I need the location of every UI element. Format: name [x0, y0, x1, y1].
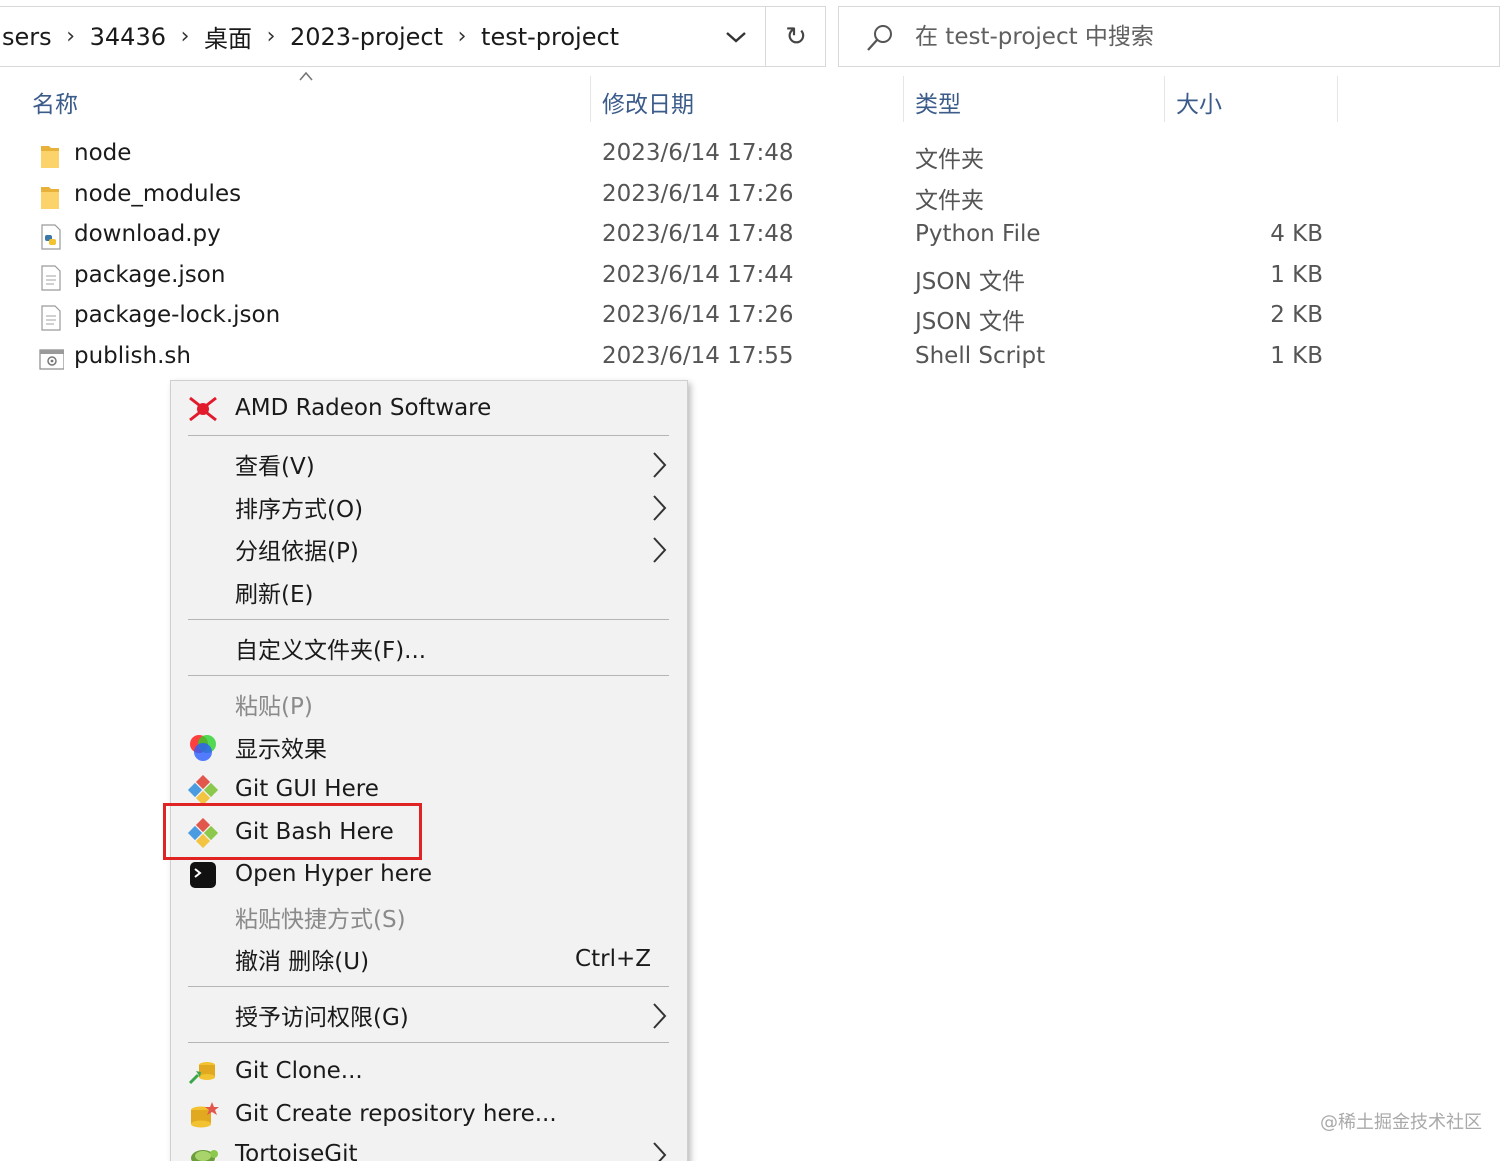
- menu-item-customize-folder[interactable]: 自定义文件夹(F)...: [171, 627, 687, 669]
- tortoisegit-create-repo-icon: [187, 1100, 219, 1130]
- search-input[interactable]: [915, 17, 1475, 57]
- file-row-node-modules[interactable]: node_modules 2023/6/14 17:26 文件夹: [0, 177, 1340, 217]
- column-divider[interactable]: [1164, 76, 1165, 122]
- menu-item-undo-delete[interactable]: 撤消 删除(U) Ctrl+Z: [171, 938, 687, 980]
- amd-radeon-icon: [187, 394, 219, 424]
- menu-item-display-effects[interactable]: 显示效果: [171, 726, 687, 768]
- chevron-right-icon: [653, 1003, 667, 1029]
- menu-item-give-access[interactable]: 授予访问权限(G): [171, 994, 687, 1036]
- shortcut-label: Ctrl+Z: [575, 946, 651, 972]
- file-row-node[interactable]: node 2023/6/14 17:48 文件夹: [0, 136, 1340, 176]
- breadcrumb-item-project-folder[interactable]: 2023-project: [288, 23, 445, 51]
- breadcrumb-item-user[interactable]: 34436: [88, 23, 168, 51]
- menu-item-git-create-repository[interactable]: Git Create repository here...: [171, 1093, 687, 1135]
- breadcrumb-item-desktop[interactable]: 桌面: [202, 19, 254, 54]
- chevron-right-icon: [653, 452, 667, 478]
- column-header-size[interactable]: 大小: [1166, 82, 1336, 122]
- column-header-name[interactable]: 名称: [22, 82, 590, 122]
- divider: [765, 7, 766, 66]
- tortoisegit-icon: [187, 1140, 219, 1161]
- chevron-right-icon: [653, 1142, 667, 1161]
- column-header-type[interactable]: 类型: [905, 82, 1163, 122]
- shell-script-icon: [39, 349, 64, 370]
- menu-item-git-clone[interactable]: Git Clone...: [171, 1050, 687, 1092]
- tortoisegit-clone-icon: [187, 1057, 219, 1087]
- folder-icon: [41, 187, 59, 209]
- menu-separator: [188, 435, 669, 436]
- column-divider[interactable]: [903, 76, 904, 122]
- json-file-icon: [41, 265, 61, 291]
- chevron-right-icon[interactable]: ›: [254, 24, 288, 49]
- sort-ascending-icon: [299, 71, 313, 81]
- menu-separator: [188, 619, 669, 620]
- breadcrumb: sers › 34436 › 桌面 › 2023-project › test-…: [0, 7, 621, 66]
- menu-item-tortoisegit[interactable]: TortoiseGit: [171, 1133, 687, 1161]
- search-icon: [867, 25, 892, 51]
- python-file-icon: [41, 224, 61, 250]
- git-gui-icon: [187, 775, 219, 805]
- file-row-package-json[interactable]: package.json 2023/6/14 17:44 JSON 文件 1 K…: [0, 258, 1340, 298]
- chevron-right-icon[interactable]: ›: [445, 24, 479, 49]
- file-row-package-lock-json[interactable]: package-lock.json 2023/6/14 17:26 JSON 文…: [0, 298, 1340, 338]
- menu-item-view[interactable]: 查看(V): [171, 443, 687, 485]
- chevron-right-icon[interactable]: ›: [54, 24, 88, 49]
- json-file-icon: [41, 305, 61, 331]
- menu-item-paste[interactable]: 粘贴(P): [171, 683, 687, 725]
- column-divider[interactable]: [1337, 76, 1338, 122]
- refresh-button[interactable]: ↻: [776, 19, 816, 55]
- hyper-terminal-icon: [187, 860, 219, 890]
- menu-item-amd-radeon[interactable]: AMD Radeon Software: [171, 387, 687, 429]
- highlight-box: [163, 803, 422, 860]
- chevron-right-icon[interactable]: ›: [168, 24, 202, 49]
- breadcrumb-item-users[interactable]: sers: [0, 23, 54, 51]
- file-row-download-py[interactable]: download.py 2023/6/14 17:48 Python File …: [0, 217, 1340, 257]
- menu-item-paste-shortcut[interactable]: 粘贴快捷方式(S): [171, 896, 687, 938]
- menu-item-group-by[interactable]: 分组依据(P): [171, 528, 687, 570]
- column-divider[interactable]: [590, 76, 591, 122]
- chevron-down-icon: [726, 32, 746, 43]
- address-history-dropdown[interactable]: [718, 19, 754, 55]
- menu-item-refresh[interactable]: 刷新(E): [171, 571, 687, 613]
- context-menu: AMD Radeon Software 查看(V) 排序方式(O) 分组依据(P…: [170, 380, 688, 1161]
- chevron-right-icon: [653, 495, 667, 521]
- file-row-publish-sh[interactable]: publish.sh 2023/6/14 17:55 Shell Script …: [0, 339, 1340, 379]
- menu-separator: [188, 986, 669, 987]
- watermark: @稀土掘金技术社区: [1320, 1112, 1482, 1133]
- chevron-right-icon: [653, 537, 667, 563]
- menu-item-sort-by[interactable]: 排序方式(O): [171, 486, 687, 528]
- breadcrumb-item-current[interactable]: test-project: [479, 23, 621, 51]
- address-bar[interactable]: sers › 34436 › 桌面 › 2023-project › test-…: [0, 6, 826, 67]
- color-wheel-icon: [187, 733, 219, 763]
- column-header-date[interactable]: 修改日期: [592, 82, 902, 122]
- menu-separator: [188, 675, 669, 676]
- search-box[interactable]: [838, 6, 1500, 67]
- menu-separator: [188, 1042, 669, 1043]
- refresh-icon: ↻: [785, 22, 807, 52]
- folder-icon: [41, 146, 59, 168]
